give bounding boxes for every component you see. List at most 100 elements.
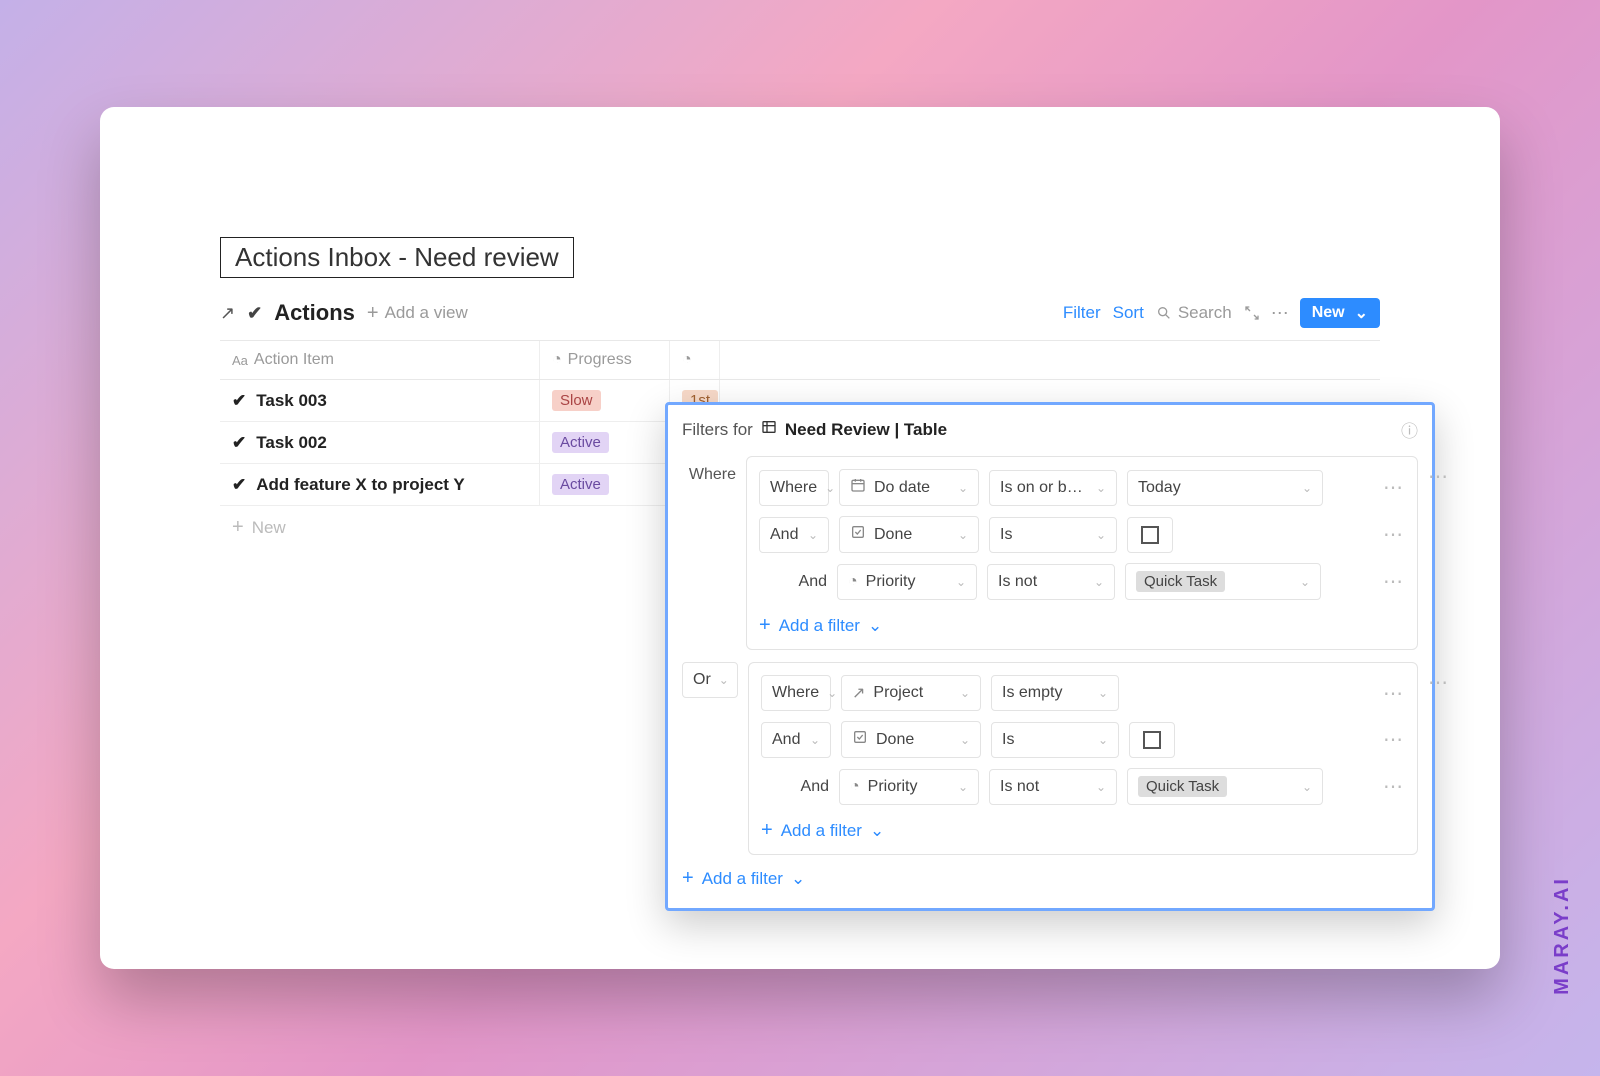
new-label: New (1312, 304, 1345, 322)
property-label: Do date (874, 479, 930, 497)
rule-condition-select[interactable]: And⌄ (761, 722, 831, 758)
sort-button[interactable]: Sort (1113, 303, 1144, 323)
rule-more-icon[interactable]: ⋯ (1379, 569, 1405, 594)
rule-more-icon[interactable]: ⋯ (1379, 774, 1405, 799)
value-tag: Quick Task (1136, 571, 1225, 592)
cell-title[interactable]: ✔ Task 003 (220, 380, 540, 421)
check-icon: ✔ (232, 391, 246, 411)
chevron-down-icon: ⌄ (1355, 303, 1368, 323)
rule-property-select[interactable]: Done ⌄ (839, 516, 979, 553)
database-title[interactable]: Actions (274, 300, 355, 326)
plus-icon: + (761, 819, 773, 842)
rule-operator-select[interactable]: Is⌄ (989, 517, 1117, 553)
filter-rule: And ◔ Priority ⌄ Is not⌄ Quick Task⌄ ⋯ (761, 768, 1405, 805)
chevron-down-icon: ⌄ (870, 821, 884, 841)
filter-group-row: Or⌄ Where⌄ ↗ Project ⌄ Is empty⌄ ⋯ And⌄ … (682, 662, 1418, 855)
property-icon: ◔ (850, 778, 860, 796)
new-button[interactable]: New ⌄ (1300, 298, 1380, 328)
cell-title[interactable]: ✔ Add feature X to project Y (220, 464, 540, 505)
rule-more-icon[interactable]: ⋯ (1379, 681, 1405, 706)
row-title: Task 003 (256, 391, 327, 411)
row-title: Task 002 (256, 433, 327, 453)
plus-icon: + (759, 614, 771, 637)
rule-value-checkbox[interactable] (1127, 517, 1173, 553)
rule-operator-select[interactable]: Is not⌄ (987, 564, 1115, 600)
rule-property-select[interactable]: ◔ Priority ⌄ (839, 769, 979, 805)
add-view-label: Add a view (385, 303, 468, 323)
group-more-icon[interactable]: ⋯ (1424, 464, 1450, 489)
rule-more-icon[interactable]: ⋯ (1379, 475, 1405, 500)
add-filter-rule-button[interactable]: + Add a filter ⌄ (759, 614, 1405, 637)
table-icon (761, 419, 777, 440)
progress-tag: Slow (552, 390, 601, 411)
check-icon: ✔ (232, 475, 246, 495)
filter-button[interactable]: Filter (1063, 303, 1101, 323)
rule-operator-select[interactable]: Is⌄ (991, 722, 1119, 758)
filter-panel-header: Filters for Need Review | Table ⓘ (682, 417, 1418, 442)
group-condition-select[interactable]: Or⌄ (682, 662, 738, 698)
rule-property-select[interactable]: Do date ⌄ (839, 469, 979, 506)
col-action-item[interactable]: Aa Action Item (220, 341, 540, 379)
filter-rule: Where⌄ Do date ⌄ Is on or b…⌄ Today⌄ ⋯ (759, 469, 1405, 506)
col-progress[interactable]: ◔ Progress (540, 341, 670, 379)
help-icon[interactable]: ⓘ (1401, 417, 1418, 442)
expand-icon[interactable] (1244, 305, 1260, 321)
add-view-button[interactable]: + Add a view (367, 302, 468, 325)
rule-condition-select[interactable]: Where⌄ (761, 675, 831, 711)
progress-tag: Active (552, 474, 609, 495)
add-filter-label: Add a filter (781, 821, 862, 841)
rule-property-select[interactable]: ↗ Project ⌄ (841, 675, 981, 711)
more-icon[interactable]: ⋯ (1272, 305, 1288, 321)
rule-operator-select[interactable]: Is empty⌄ (991, 675, 1119, 711)
cell-progress[interactable]: Active (540, 464, 670, 505)
rule-value-select[interactable]: Quick Task⌄ (1125, 563, 1321, 600)
add-filter-rule-button[interactable]: + Add a filter ⌄ (761, 819, 1405, 842)
filter-rule: And⌄ Done ⌄ Is⌄ ⋯ (759, 516, 1405, 553)
property-label: Done (876, 731, 914, 749)
property-icon (852, 729, 868, 750)
rule-more-icon[interactable]: ⋯ (1379, 727, 1405, 752)
rule-condition: And (761, 769, 829, 805)
status-icon: ◔ (682, 351, 692, 369)
progress-tag: Active (552, 432, 609, 453)
rule-value-checkbox[interactable] (1129, 722, 1175, 758)
rule-condition-select[interactable]: Where⌄ (759, 470, 829, 506)
rule-value-select[interactable]: Quick Task⌄ (1127, 768, 1323, 805)
search-icon (1156, 305, 1172, 321)
group-more-icon[interactable]: ⋯ (1424, 670, 1450, 695)
rule-value-select[interactable]: Today⌄ (1127, 470, 1323, 506)
plus-icon: + (367, 302, 379, 325)
filter-rule: And⌄ Done ⌄ Is⌄ ⋯ (761, 721, 1405, 758)
check-icon: ✔ (247, 303, 262, 324)
chevron-down-icon: ⌄ (868, 616, 882, 636)
filter-group: Where⌄ Do date ⌄ Is on or b…⌄ Today⌄ ⋯ A… (746, 456, 1418, 650)
search-label: Search (1178, 303, 1232, 323)
watermark: MARAY.AI (1551, 876, 1574, 995)
open-full-icon[interactable]: ↗ (220, 303, 235, 324)
rule-operator-select[interactable]: Is not⌄ (989, 769, 1117, 805)
rule-more-icon[interactable]: ⋯ (1379, 522, 1405, 547)
search-button[interactable]: Search (1156, 303, 1232, 323)
col-extra[interactable]: ◔ (670, 341, 720, 379)
add-filter-group-button[interactable]: + Add a filter ⌄ (682, 867, 1418, 890)
checkbox-icon (1143, 731, 1161, 749)
rule-condition-select[interactable]: And⌄ (759, 517, 829, 553)
property-label: Done (874, 526, 912, 544)
plus-icon: + (682, 867, 694, 890)
cell-progress[interactable]: Active (540, 422, 670, 463)
col-progress-label: Progress (568, 351, 632, 369)
rule-property-select[interactable]: ◔ Priority ⌄ (837, 564, 977, 600)
filters-for-label: Filters for (682, 420, 753, 440)
rule-condition: And (759, 564, 827, 600)
property-label: Priority (868, 778, 918, 796)
property-label: Priority (866, 573, 916, 591)
plus-icon: + (232, 516, 244, 539)
view-toolbar: ↗ ✔ Actions + Add a view Filter Sort Sea… (220, 298, 1380, 328)
rule-operator-select[interactable]: Is on or b…⌄ (989, 470, 1117, 506)
value-tag: Quick Task (1138, 776, 1227, 797)
chevron-down-icon: ⌄ (791, 869, 805, 889)
rule-property-select[interactable]: Done ⌄ (841, 721, 981, 758)
col-action-label: Action Item (254, 351, 334, 369)
cell-title[interactable]: ✔ Task 002 (220, 422, 540, 463)
cell-progress[interactable]: Slow (540, 380, 670, 421)
